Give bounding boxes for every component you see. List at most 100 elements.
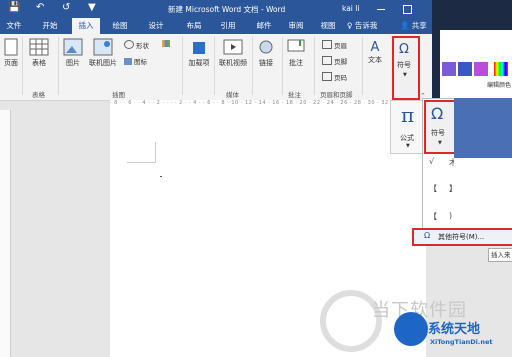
icons-icon — [124, 58, 132, 65]
picture-icon — [63, 38, 83, 56]
online-pictures-button[interactable]: 联机图片 — [86, 38, 120, 68]
chart-icon — [162, 40, 170, 47]
footer-label: 页脚 — [334, 58, 347, 66]
links-label: 链接 — [259, 59, 273, 67]
text-cursor — [160, 176, 162, 177]
margin-marker — [127, 142, 156, 163]
background-app-canvas — [454, 98, 512, 158]
chevron-down-icon: ▼ — [403, 72, 407, 78]
page-button[interactable]: 页面 — [2, 38, 20, 68]
comment-button[interactable]: 批注 — [284, 38, 308, 68]
tab-file[interactable]: 文件 — [0, 18, 28, 34]
online-pictures-label: 联机图片 — [89, 59, 117, 67]
pictures-button[interactable]: 图片 — [62, 38, 84, 68]
ribbon-tabs: 文件 开始 插入 绘图 设计 布局 引用 邮件 审阅 视图 ♀ 告诉我 👤 共享 — [0, 18, 432, 34]
xitongtiandi-brand: 系统天地 — [428, 322, 481, 337]
icons-button[interactable]: 图标 — [124, 56, 147, 66]
header-icon — [322, 40, 332, 49]
formula-label: 公式 — [400, 134, 414, 142]
group-label-illustrations: 插图 — [112, 91, 125, 99]
chart-button[interactable] — [162, 40, 172, 48]
symbol-chevron-icon: ▼ — [438, 140, 442, 146]
online-video-button[interactable]: 联机视频 — [216, 38, 250, 68]
user-name[interactable]: kai li — [342, 4, 359, 13]
tab-draw[interactable]: 绘图 — [106, 18, 134, 34]
xitongtiandi-logo — [394, 312, 428, 346]
group-label-comments: 批注 — [288, 91, 301, 99]
more-symbols-item[interactable]: Ω 其他符号(M)... — [412, 228, 512, 246]
color-swatch[interactable] — [458, 62, 472, 76]
shapes-icon — [124, 40, 134, 49]
video-icon — [223, 39, 243, 55]
color-panel: 编辑颜色 — [440, 30, 512, 98]
footer-button[interactable]: 页脚 — [322, 56, 347, 66]
tab-home[interactable]: 开始 — [36, 18, 64, 34]
page-number-button[interactable]: 页码 — [322, 72, 347, 82]
vertical-ruler — [0, 110, 11, 357]
symbol-cell[interactable]: √ — [429, 157, 434, 166]
symbol-cell[interactable]: 【 — [429, 211, 437, 222]
color-swatch[interactable] — [442, 62, 456, 76]
header-button[interactable]: 页眉 — [322, 40, 347, 50]
addins-icon — [193, 42, 205, 54]
shapes-button[interactable]: 形状 — [124, 40, 149, 50]
group-label-header-footer: 页眉和页脚 — [320, 91, 353, 99]
redo-icon[interactable]: ↺ — [62, 2, 70, 13]
share-label: 共享 — [411, 21, 427, 30]
symbol-cell[interactable]: 【 — [429, 183, 437, 194]
online-picture-icon — [93, 38, 113, 56]
page-label: 页面 — [4, 59, 18, 67]
footer-icon — [322, 56, 332, 65]
omega-icon: Ω — [399, 42, 409, 57]
color-swatch[interactable] — [474, 62, 488, 76]
links-button[interactable]: 链接 — [254, 38, 278, 68]
text-button[interactable]: A 文本 — [364, 40, 386, 65]
omega-small-icon: Ω — [424, 231, 431, 240]
undo-icon[interactable]: ↶ — [36, 2, 44, 13]
edit-colors-label: 编辑颜色 — [486, 82, 511, 89]
save-icon[interactable]: 💾 — [8, 2, 20, 13]
pictures-label: 图片 — [66, 59, 80, 67]
addins-button[interactable]: 加载项 — [186, 38, 212, 68]
tab-insert[interactable]: 插入 — [72, 18, 100, 34]
xitongtiandi-url: XiTongTianDi.net — [430, 338, 493, 346]
edit-colors-icon[interactable] — [494, 62, 508, 76]
table-button[interactable]: 表格 — [26, 38, 52, 68]
page-icon — [4, 38, 18, 56]
symbol-ribbon-button[interactable]: Ω 符号 ▼ — [392, 36, 420, 100]
tab-references[interactable]: 引用 — [214, 18, 242, 34]
tooltip: 插入来 — [488, 248, 512, 262]
tab-layout[interactable]: 布局 — [180, 18, 208, 34]
customize-toolbar-icon[interactable]: ▼ — [88, 2, 96, 13]
group-label-tables: 表格 — [32, 91, 45, 99]
page-number-label: 页码 — [334, 74, 347, 82]
more-symbols-label: 其他符号(M)... — [438, 233, 485, 241]
minimize-icon[interactable] — [372, 0, 390, 18]
symbol-dropdown-button[interactable]: Ω 符号 ▼ — [424, 100, 458, 154]
icons-label: 图标 — [134, 58, 147, 66]
share-icon: 👤 — [400, 21, 412, 30]
tab-review[interactable]: 审阅 — [282, 18, 310, 34]
table-icon — [29, 38, 49, 56]
addins-label: 加载项 — [188, 59, 210, 67]
group-label-media: 媒体 — [226, 91, 239, 99]
tab-view[interactable]: 视图 — [314, 18, 342, 34]
symbol-ribbon-label: 符号 — [397, 61, 411, 69]
tell-me-search[interactable]: ♀ 告诉我 — [347, 18, 377, 34]
link-icon — [259, 40, 273, 54]
online-video-label: 联机视频 — [219, 59, 247, 67]
symbol-cell[interactable]: ) — [449, 211, 452, 220]
comment-icon — [287, 39, 305, 52]
tab-design[interactable]: 设计 — [142, 18, 170, 34]
restore-icon[interactable] — [398, 0, 416, 18]
page-number-icon — [322, 72, 332, 81]
omega-large-icon: Ω — [431, 104, 444, 123]
ribbon: 页面 表格 表格 图片 联机图片 形状 图标 插图 加载项 联机视频 媒体 链接… — [0, 34, 432, 101]
tab-mailings[interactable]: 邮件 — [250, 18, 278, 34]
document-title: 新建 Microsoft Word 文档 - Word — [168, 5, 286, 14]
pi-icon: π — [401, 103, 415, 127]
title-bar: 💾 ↶ ↺ ▼ 新建 Microsoft Word 文档 - Word kai … — [0, 0, 432, 18]
background-app-area — [454, 158, 512, 228]
symbol-dropdown-label: 符号 — [431, 129, 445, 137]
share-button[interactable]: 👤 共享 — [400, 18, 427, 34]
